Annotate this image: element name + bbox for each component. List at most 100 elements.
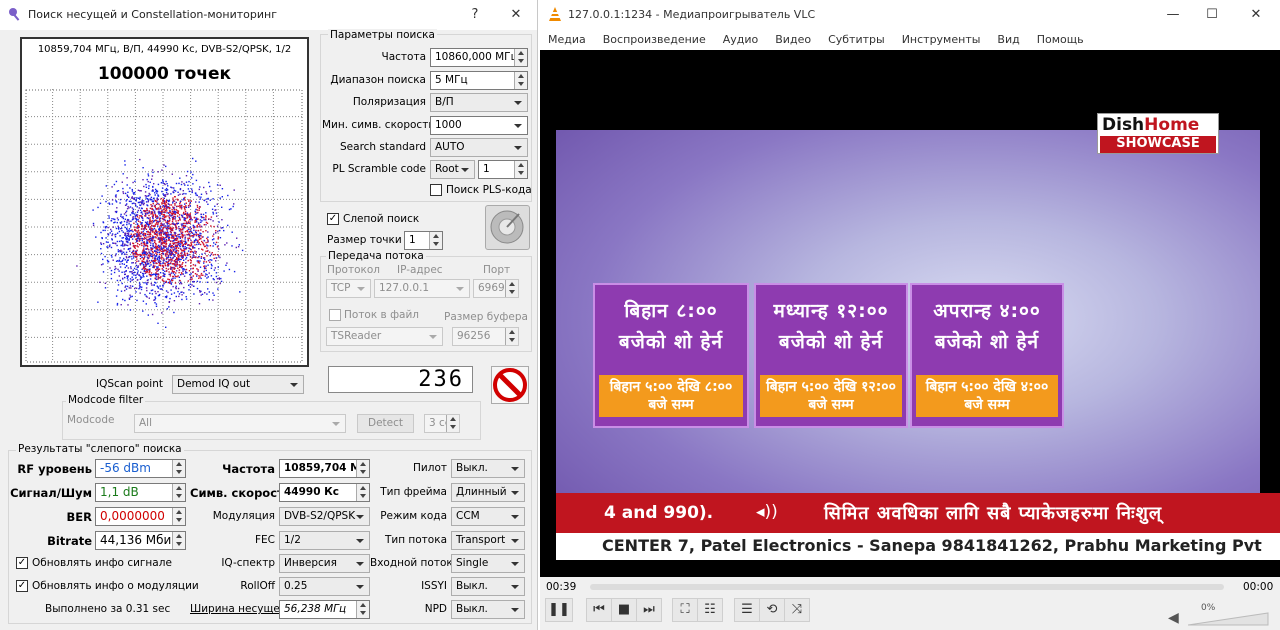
menu-audio[interactable]: Аудио [723, 33, 759, 46]
speaker-icon: ◂)) [756, 502, 778, 522]
help-button[interactable]: ? [462, 4, 488, 26]
iq-label: IQ-спектр [221, 557, 275, 569]
play-pause-button[interactable]: ❚❚ [545, 598, 573, 622]
modcode-filter-title: Modcode filter [66, 394, 146, 406]
seconds-spinner[interactable] [446, 415, 459, 432]
packet-counter: 236 [328, 366, 473, 393]
pls-select[interactable]: Root [430, 160, 475, 179]
extended-settings-button[interactable]: ☷ [697, 598, 723, 622]
range-input[interactable]: 5 МГц [430, 71, 528, 90]
results-title: Результаты "слепого" поиска [16, 443, 184, 455]
video-area[interactable]: DishHome SHOWCASE बिहान ८:०० बजेको शो हेर… [540, 50, 1280, 577]
vlc-menubar: Медиа Воспроизведение Аудио Видео Субтитры Ин… [548, 33, 1101, 46]
port-spinner[interactable] [505, 280, 518, 297]
pilot-label: Пилот [413, 462, 447, 474]
dot-size-input[interactable]: 1 [404, 231, 443, 250]
pls-search-checkbox[interactable] [430, 184, 442, 196]
blind-search-checkbox[interactable]: ✓ [327, 213, 339, 225]
playlist-icon: ☰ [741, 602, 753, 617]
res-sr-label: Симв. скорость [190, 486, 291, 500]
mod-select[interactable]: DVB-S2/QPSK [279, 507, 370, 526]
menu-playback[interactable]: Воспроизведение [603, 33, 706, 46]
mod-label: Модуляция [212, 510, 275, 522]
freq-label: Частота [381, 51, 427, 63]
streamtype-select[interactable]: Transport [451, 531, 525, 550]
stream-file-checkbox[interactable] [329, 309, 341, 321]
pls-number[interactable]: 1 [478, 160, 528, 179]
snr-value: 1,1 dB [95, 483, 186, 502]
menu-help[interactable]: Помощь [1037, 33, 1084, 46]
npd-select[interactable]: Выкл. [451, 600, 525, 619]
ticker-bottom: CENTER 7, Patel Electronics - Sanepa 984… [556, 533, 1280, 560]
shuffle-button[interactable]: ⤨ [784, 598, 810, 622]
pilot-select[interactable]: Выкл. [451, 459, 525, 478]
dot-size-spinner[interactable] [429, 232, 442, 249]
menu-video[interactable]: Видео [775, 33, 811, 46]
rf-label: RF уровень [17, 462, 92, 476]
detect-seconds[interactable]: 3 сек [424, 414, 460, 433]
loop-button[interactable]: ⟲ [759, 598, 785, 622]
volume-slider[interactable] [1188, 612, 1270, 626]
iqscan-select[interactable]: Demod IQ out [172, 375, 304, 394]
stream-file-label: Поток в файл [344, 309, 420, 321]
issyi-select[interactable]: Выкл. [451, 577, 525, 596]
iq-select[interactable]: Инверсия [279, 554, 370, 573]
frame-select[interactable]: Длинный [451, 483, 525, 502]
polarization-select[interactable]: В/П [430, 93, 528, 112]
stream-app-select[interactable]: TSReader [326, 327, 443, 346]
app-icon [9, 8, 20, 21]
buffer-label: Размер буфера [444, 311, 528, 323]
bandwidth-label[interactable]: Ширина несущей [190, 603, 287, 615]
stop-playback-button[interactable]: ■ [611, 598, 637, 622]
menu-view[interactable]: Вид [997, 33, 1019, 46]
vlc-close-button[interactable]: ✕ [1243, 4, 1269, 26]
freq-input[interactable]: 10860,000 МГц [430, 48, 528, 67]
maximize-button[interactable]: ☐ [1199, 4, 1225, 26]
blind-search-label: Слепой поиск [343, 213, 420, 225]
menu-tools[interactable]: Инструменты [902, 33, 981, 46]
menu-subtitles[interactable]: Субтитры [828, 33, 885, 46]
minimize-button[interactable]: — [1160, 4, 1186, 26]
schedule-card-2: मध्यान्ह १२:०० बजेको शो हेर्न बिहान ५:०० द… [754, 283, 908, 428]
pls-spinner[interactable] [514, 161, 527, 178]
standard-select[interactable]: AUTO [430, 138, 528, 157]
previous-button[interactable]: ⏮ [586, 598, 612, 622]
update-signal-checkbox[interactable]: ✓ [16, 557, 28, 569]
constellation-plot [25, 89, 303, 363]
input-stream-select[interactable]: Single [451, 554, 525, 573]
codemode-select[interactable]: CCM [451, 507, 525, 526]
port-input[interactable]: 6969 [473, 279, 519, 298]
fec-select[interactable]: 1/2 [279, 531, 370, 550]
update-mod-checkbox[interactable]: ✓ [16, 580, 28, 592]
previous-icon: ⏮ [593, 602, 605, 617]
min-sr-select[interactable]: 1000 [430, 116, 528, 135]
fullscreen-button[interactable]: ⛶ [672, 598, 698, 622]
bandwidth-value: 56,238 МГц [279, 600, 370, 619]
stop-button[interactable] [491, 366, 529, 404]
fullscreen-icon: ⛶ [680, 602, 690, 617]
next-button[interactable]: ⏭ [636, 598, 662, 622]
range-label: Диапазон поиска [330, 74, 426, 86]
modcode-select[interactable]: All [134, 414, 346, 433]
detect-button[interactable]: Detect [357, 414, 414, 433]
buffer-input[interactable]: 96256 [452, 327, 519, 346]
protocol-select[interactable]: TCP [326, 279, 371, 298]
freq-spinner[interactable] [514, 49, 527, 66]
range-spinner[interactable] [514, 72, 527, 89]
stream-title: Передача потока [326, 250, 426, 262]
protocol-label: Протокол [327, 264, 381, 276]
buffer-spinner[interactable] [505, 328, 518, 345]
playlist-button[interactable]: ☰ [734, 598, 760, 622]
seek-bar[interactable] [590, 584, 1224, 590]
stop-square-icon: ■ [617, 602, 631, 617]
close-button[interactable]: ✕ [503, 4, 529, 26]
ber-value: 0,0000000 [95, 507, 186, 526]
pls-label: PL Scramble code [332, 163, 426, 175]
ip-select[interactable]: 127.0.0.1 [374, 279, 470, 298]
menu-media[interactable]: Медиа [548, 33, 586, 46]
volume-icon[interactable]: ◀ [1168, 610, 1179, 626]
dish-button[interactable] [485, 205, 530, 250]
res-freq-label: Частота [222, 462, 275, 476]
time-elapsed: 00:39 [546, 581, 577, 593]
rolloff-select[interactable]: 0.25 [279, 577, 370, 596]
